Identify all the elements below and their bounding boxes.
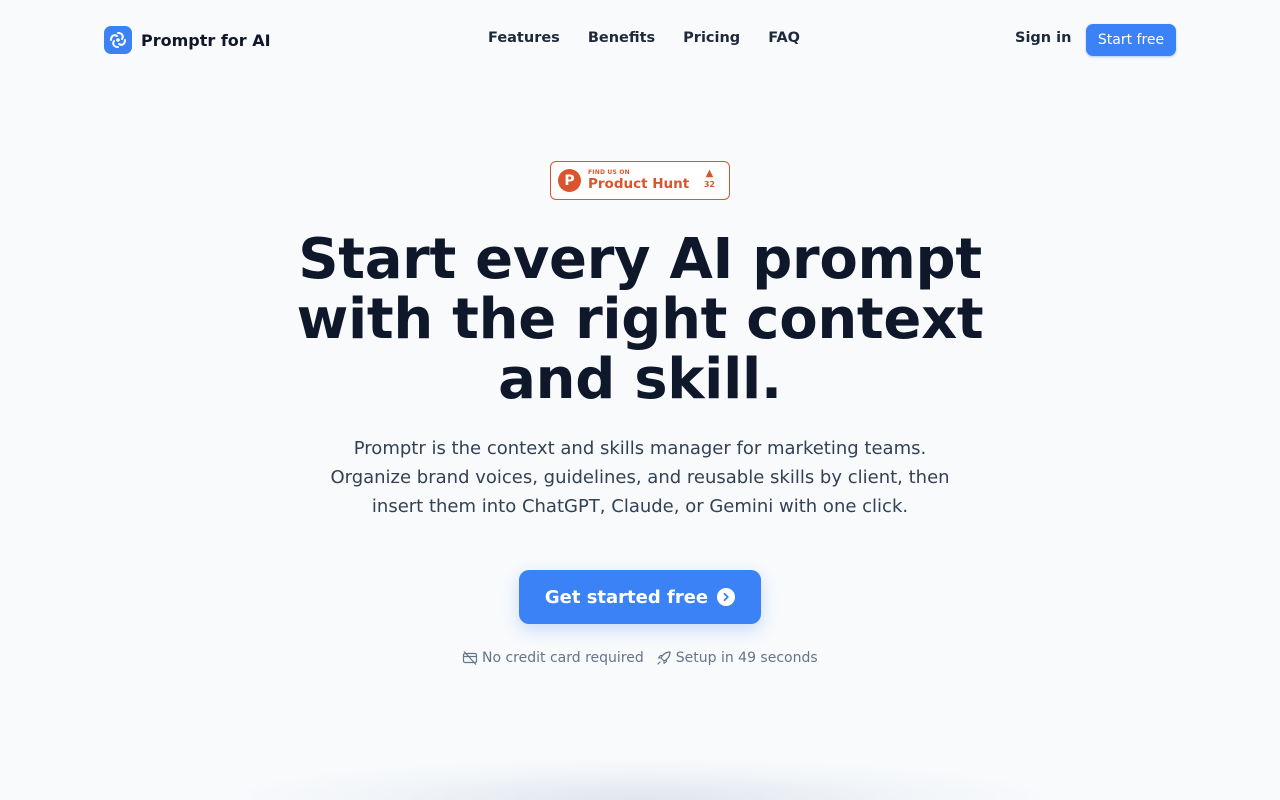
chevron-right-circle-icon (717, 588, 736, 606)
note-text: Setup in 49 seconds (675, 650, 818, 666)
nav-link-faq[interactable]: FAQ (768, 30, 800, 46)
product-hunt-logo-icon: P (558, 169, 581, 192)
nav-link-benefits[interactable]: Benefits (588, 30, 655, 46)
product-hunt-votes: ▲ 32 (704, 168, 715, 190)
vote-count: 32 (703, 180, 715, 189)
nav-link-features[interactable]: Features (488, 30, 560, 46)
product-hunt-name: Product Hunt (588, 176, 690, 192)
upvote-arrow-icon: ▲ (705, 168, 714, 179)
get-started-label: Get started free (544, 586, 709, 608)
brand-logo-link[interactable]: Promptr for AI (104, 26, 271, 54)
note-setup-time: Setup in 49 seconds (656, 650, 818, 666)
nav-links: Features Benefits Pricing FAQ (488, 30, 800, 46)
hero-subtext: Promptr is the context and skills manage… (330, 438, 950, 517)
product-hunt-text: FIND US ON Product Hunt (588, 169, 689, 192)
get-started-button[interactable]: Get started free (519, 570, 761, 624)
note-text: No credit card required (482, 650, 644, 666)
nav-link-pricing[interactable]: Pricing (683, 30, 740, 46)
brand-name: Promptr for AI (141, 30, 271, 50)
swirl-logo-icon (104, 26, 132, 54)
hero-headline: Start every AI prompt with the right con… (296, 227, 984, 412)
product-hunt-badge[interactable]: P FIND US ON Product Hunt ▲ 32 (550, 161, 730, 200)
start-free-button[interactable]: Start free (1086, 24, 1176, 56)
hero-notes: No credit card required Setup in 49 seco… (462, 648, 818, 668)
sign-in-link[interactable]: Sign in (1015, 30, 1071, 46)
preview-shadow (240, 760, 1040, 800)
note-no-credit-card: No credit card required (462, 650, 644, 666)
rocket-icon (657, 651, 671, 665)
credit-card-off-icon (462, 651, 478, 665)
top-nav: Promptr for AI Features Benefits Pricing… (0, 0, 1280, 80)
